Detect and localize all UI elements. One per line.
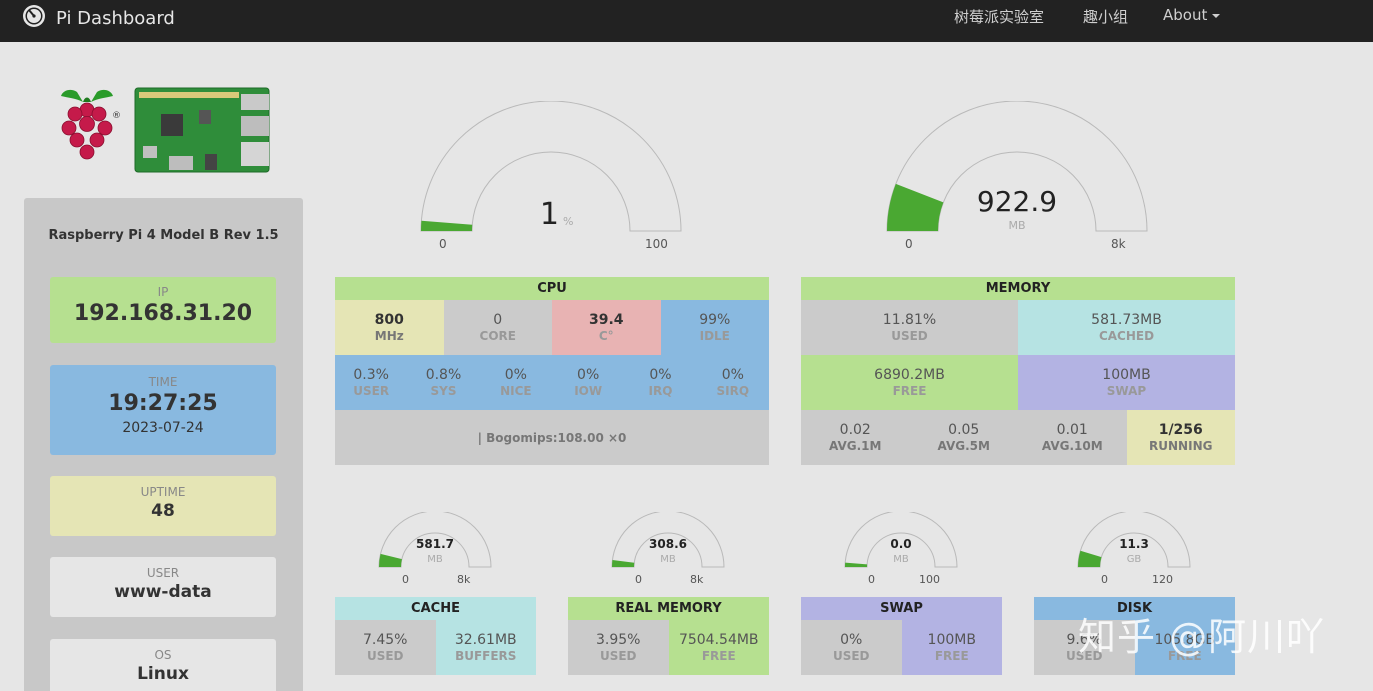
gauge-min: 0 bbox=[439, 237, 447, 251]
os-card: OS Linux bbox=[50, 639, 276, 691]
cpu-core: 0 CORE bbox=[443, 300, 552, 355]
memory-swap: 100MB SWAP bbox=[1018, 355, 1235, 410]
gauge-value: 0.0 bbox=[890, 537, 912, 551]
gauge-unit: MB bbox=[1008, 219, 1026, 232]
sidebar: Raspberry Pi 4 Model B Rev 1.5 IP 192.16… bbox=[24, 198, 303, 691]
cache-panel: CACHE 7.45% USED 32.61MB BUFFERS bbox=[335, 597, 536, 675]
running-processes: 1/256 RUNNING bbox=[1126, 410, 1235, 465]
cpu-stat-iow: 0% IOW bbox=[574, 367, 603, 398]
cache-used: 7.45% USED bbox=[335, 620, 436, 675]
caret-down-icon bbox=[1212, 13, 1221, 18]
gauge-max: 120 bbox=[1152, 573, 1173, 586]
gauge-max: 8k bbox=[1111, 237, 1126, 251]
gauge-unit: MB bbox=[660, 554, 676, 565]
cache-buffers: 32.61MB BUFFERS bbox=[435, 620, 536, 675]
nav-link-group[interactable]: 趣小组 bbox=[1083, 6, 1128, 27]
time-card: TIME 19:27:25 2023-07-24 bbox=[50, 365, 276, 455]
cpu-stat-irq: 0% IRQ bbox=[648, 367, 673, 398]
memory-panel: MEMORY 11.81% USED 581.73MB CACHED 6890.2M… bbox=[801, 277, 1235, 465]
cache-header: CACHE bbox=[335, 597, 536, 620]
watermark: 知乎 @阿川吖 bbox=[1078, 615, 1326, 659]
swap-header: SWAP bbox=[801, 597, 1002, 620]
gauge-value: 11.3 bbox=[1119, 537, 1149, 551]
dashboard-gauge-icon bbox=[22, 4, 46, 32]
cpu-bogomips: | Bogomips:108.00 ×0 bbox=[335, 410, 769, 465]
real-memory-free: 7504.54MB FREE bbox=[668, 620, 769, 675]
os-value: Linux bbox=[137, 664, 189, 684]
date-value: 2023-07-24 bbox=[122, 420, 204, 436]
cpu-stat-nice: 0% NICE bbox=[500, 367, 532, 398]
uptime-card: UPTIME 48 bbox=[50, 476, 276, 536]
swap-used: 0% USED bbox=[801, 620, 902, 675]
user-label: USER bbox=[146, 566, 180, 580]
swap-panel: SWAP 0% USED 100MB FREE bbox=[801, 597, 1002, 675]
cpu-panel: CPU 800 MHz 0 CORE 39.4 C° 99% IDLE 0.3% USER… bbox=[335, 277, 769, 465]
gauge-min: 0 bbox=[868, 573, 875, 586]
cpu-temp: 39.4 C° bbox=[552, 300, 661, 355]
real-memory-used: 3.95% USED bbox=[568, 620, 669, 675]
gauge-unit: % bbox=[563, 215, 574, 228]
gauge-value: 581.7 bbox=[416, 537, 454, 551]
memory-header: MEMORY bbox=[801, 277, 1235, 300]
gauge-max: 100 bbox=[919, 573, 940, 586]
uptime-value: 48 bbox=[151, 501, 175, 521]
cpu-stats-row: 0.3% USER 0.8% SYS 0% NICE 0% IOW 0% IRQ 0% SIRQ bbox=[335, 355, 769, 410]
brand[interactable]: Pi Dashboard bbox=[22, 4, 175, 32]
cpu-stat-sirq: 0% SIRQ bbox=[716, 367, 750, 398]
about-label: About bbox=[1163, 6, 1208, 24]
load-avg-1m: 0.02 AVG.1M bbox=[801, 410, 910, 465]
gauge-unit: MB bbox=[893, 554, 909, 565]
cpu-stat-sys: 0.8% SYS bbox=[425, 367, 462, 398]
real-memory-panel: REAL MEMORY 3.95% USED 7504.54MB FREE bbox=[568, 597, 769, 675]
uptime-label: UPTIME bbox=[140, 485, 186, 499]
nav-about-dropdown[interactable]: About bbox=[1163, 6, 1221, 24]
cpu-header: CPU bbox=[335, 277, 769, 300]
gauge-unit: MB bbox=[427, 554, 443, 565]
user-value: www-data bbox=[114, 582, 212, 602]
disk-gauge: 11.3 GB 0 120 bbox=[1076, 512, 1192, 588]
real-memory-gauge: 308.6 MB 0 8k bbox=[610, 512, 726, 588]
gauge-max: 8k bbox=[457, 573, 471, 586]
cpu-stat-user: 0.3% USER bbox=[353, 367, 390, 398]
load-avg-5m: 0.05 AVG.5M bbox=[909, 410, 1018, 465]
load-avg-10m: 0.01 AVG.10M bbox=[1018, 410, 1127, 465]
app-title[interactable]: Pi Dashboard bbox=[56, 8, 175, 29]
cpu-gauge: 1% 0 100 bbox=[418, 101, 684, 257]
gauge-min: 0 bbox=[635, 573, 642, 586]
device-model: Raspberry Pi 4 Model B Rev 1.5 bbox=[48, 228, 279, 243]
memory-free: 6890.2MB FREE bbox=[801, 355, 1018, 410]
navbar: Pi Dashboard 树莓派实验室 趣小组 About bbox=[0, 0, 1373, 42]
gauge-min: 0 bbox=[905, 237, 913, 251]
gauge-max: 100 bbox=[645, 237, 668, 251]
swap-free: 100MB FREE bbox=[901, 620, 1002, 675]
user-card: USER www-data bbox=[50, 557, 276, 617]
svg-text:®: ® bbox=[112, 111, 121, 121]
gauge-min: 0 bbox=[1101, 573, 1108, 586]
memory-gauge: 922.9 MB 0 8k bbox=[884, 101, 1150, 257]
gauge-value: 922.9 bbox=[976, 185, 1058, 218]
gauge-min: 0 bbox=[402, 573, 409, 586]
time-value: 19:27:25 bbox=[108, 391, 218, 416]
cpu-freq: 800 MHz bbox=[335, 300, 444, 355]
ip-label: IP bbox=[157, 285, 169, 299]
time-label: TIME bbox=[148, 375, 178, 389]
raspberry-pi-logo: ® bbox=[61, 87, 270, 173]
swap-gauge: 0.0 MB 0 100 bbox=[843, 512, 959, 588]
real-memory-header: REAL MEMORY bbox=[568, 597, 769, 620]
cpu-idle: 99% IDLE bbox=[660, 300, 769, 355]
memory-cached: 581.73MB CACHED bbox=[1018, 300, 1235, 355]
ip-value: 192.168.31.20 bbox=[73, 301, 253, 326]
os-label: OS bbox=[154, 648, 172, 662]
gauge-value: 1 bbox=[539, 197, 559, 232]
memory-used: 11.81% USED bbox=[801, 300, 1018, 355]
gauge-max: 8k bbox=[690, 573, 704, 586]
gauge-value: 308.6 bbox=[649, 537, 687, 551]
gauge-unit: GB bbox=[1126, 554, 1142, 565]
cache-gauge: 581.7 MB 0 8k bbox=[377, 512, 493, 588]
logo-area: ® bbox=[55, 86, 275, 182]
ip-card: IP 192.168.31.20 bbox=[50, 277, 276, 343]
nav-link-lab[interactable]: 树莓派实验室 bbox=[954, 6, 1044, 27]
